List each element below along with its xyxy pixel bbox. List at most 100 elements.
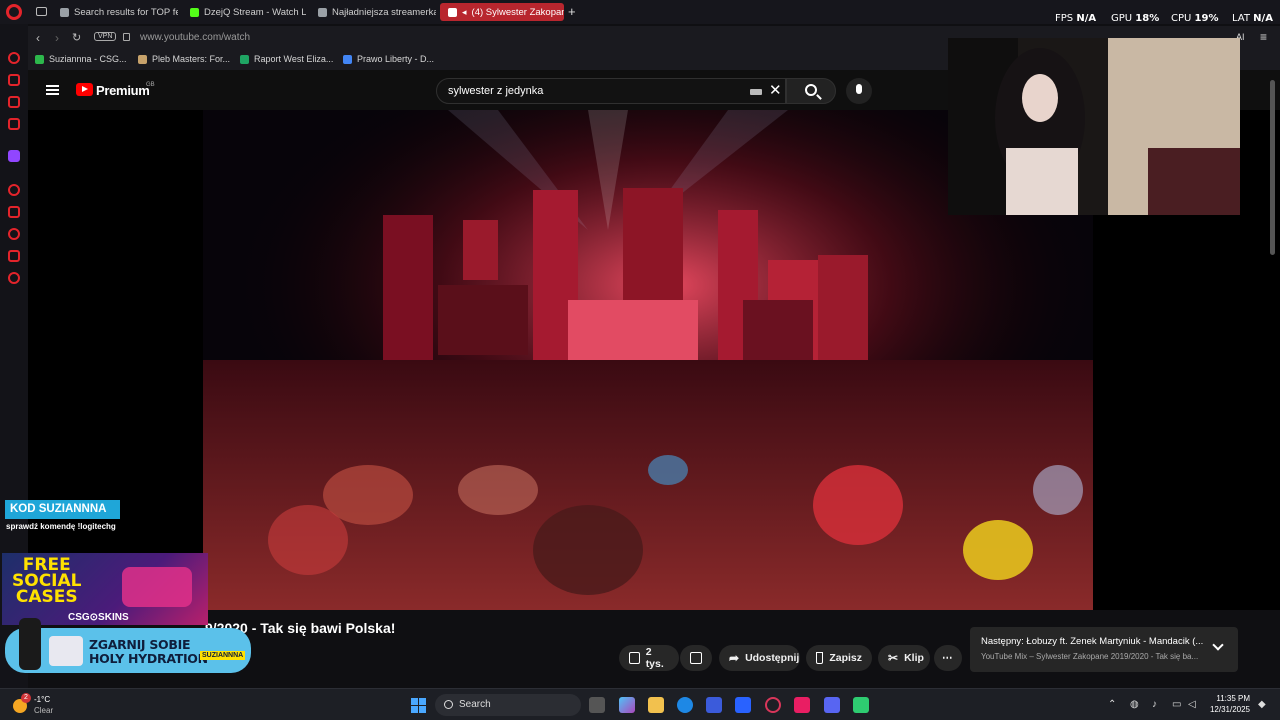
new-tab-button[interactable]: + (568, 4, 576, 19)
promo-code-text: KOD SUZIANNNA (10, 503, 107, 515)
dislike-button[interactable] (680, 645, 712, 671)
twitch-icon[interactable] (8, 150, 20, 162)
promo-code-banner: KOD SUZIANNNA (5, 500, 120, 519)
up-next-subtitle: YouTube Mix – Sylwester Zakopane 2019/20… (981, 652, 1199, 661)
copilot-icon[interactable] (619, 697, 635, 713)
clear-search-icon[interactable]: ✕ (769, 83, 782, 99)
microphone-icon[interactable]: ♪ (1152, 699, 1157, 710)
hamburger-menu-icon[interactable] (46, 85, 59, 95)
tab-favicon-icon (318, 7, 327, 17)
hydra-code-tag: SUZIANNNA (200, 651, 246, 660)
tab-label: Search results for TOP fe... (74, 6, 178, 18)
network-icon[interactable]: ◍ (1130, 699, 1139, 710)
search-input[interactable]: sylwester z jedynka (448, 85, 543, 97)
discord-icon[interactable] (824, 697, 840, 713)
voice-search-button[interactable] (846, 78, 872, 104)
taskbar-search[interactable]: Search (435, 694, 581, 716)
bookmark-raport-west[interactable]: Raport West Eliza... (240, 54, 333, 64)
up-next-card[interactable]: Następny: Łobuzy ft. Zenek Martyniuk - M… (970, 627, 1238, 672)
more-actions-button[interactable]: ⋯ (934, 645, 962, 671)
menu-icon[interactable]: ≡ (1260, 30, 1267, 44)
lock-icon[interactable] (123, 33, 130, 41)
tab-label: Najładniejsza streamerka ... (332, 6, 436, 18)
tab-overview-icon[interactable] (36, 7, 47, 16)
back-button[interactable]: ‹ (36, 31, 40, 45)
tab-favicon-icon (60, 7, 69, 17)
holy-hydration-ad: ZGARNIJ SOBIE HOLY HYDRATION SUZIANNNA (5, 618, 251, 673)
fps-stat: FPS N/A (1055, 13, 1097, 24)
tab-najladniejsza[interactable]: Najładniejsza streamerka ... (310, 3, 436, 21)
tab-sylwester-zakopane[interactable]: ◂ (4) Sylwester Zakopan... (440, 3, 564, 21)
display-icon[interactable]: ▭ (1172, 699, 1181, 710)
clip-button[interactable]: ✂ Klip (878, 645, 930, 671)
system-clock[interactable]: 11:35 PM 12/31/2025 (1208, 693, 1250, 715)
google-drive-icon (240, 54, 249, 64)
chevron-down-icon[interactable] (1212, 639, 1224, 651)
lat-stat: LAT N/A (1232, 13, 1273, 24)
csgoskins-logo: CSG⊙SKINS (68, 612, 129, 623)
save-button[interactable]: Zapisz (806, 645, 872, 671)
messenger-icon[interactable] (8, 96, 20, 108)
store-icon[interactable] (706, 697, 722, 713)
notification-bell-icon[interactable]: ◆ (1258, 699, 1266, 710)
tab-label: (4) Sylwester Zakopan... (471, 6, 564, 18)
clock-icon[interactable] (8, 228, 20, 240)
history-icon[interactable] (8, 52, 20, 64)
forward-button[interactable]: › (55, 31, 59, 45)
clock-time: 11:35 PM (1216, 694, 1250, 703)
promo-code-subtext: sprawdź komendę !logitechg (6, 522, 116, 531)
task-view-icon[interactable] (589, 697, 605, 713)
weather-description[interactable]: Clear (34, 706, 53, 715)
app-icon[interactable] (853, 697, 869, 713)
bag-icon[interactable] (8, 74, 20, 86)
keyboard-icon[interactable] (750, 89, 762, 95)
bottle-icon (19, 618, 41, 670)
search-button[interactable] (786, 78, 836, 104)
download-icon[interactable] (8, 250, 20, 262)
search-icon (805, 84, 817, 96)
browser-tab-bar: Search results for TOP fe... DzejQ Strea… (0, 0, 1280, 24)
page-scrollbar[interactable] (1270, 80, 1275, 255)
tab-search-results[interactable]: Search results for TOP fe... (52, 3, 178, 21)
settings-icon[interactable] (8, 272, 20, 284)
share-icon: ➦ (729, 651, 740, 665)
opera-gx-icon[interactable] (765, 697, 781, 713)
bookmark-pleb-masters[interactable]: Pleb Masters: For... (138, 54, 230, 64)
weather-temperature[interactable]: -1°C (34, 695, 50, 704)
file-explorer-icon[interactable] (648, 697, 664, 713)
clock-date: 12/31/2025 (1209, 705, 1250, 714)
share-button[interactable]: ➦ Udostępnij (719, 645, 800, 671)
bookmark-favicon-icon (35, 54, 44, 64)
hydra-line-1: ZGARNIJ SOBIE (89, 637, 191, 652)
up-next-title: Następny: Łobuzy ft. Zenek Martyniuk - M… (981, 636, 1204, 647)
outlook-icon[interactable] (735, 697, 751, 713)
vpn-badge[interactable]: VPN (94, 32, 117, 41)
bookmark-suziannna[interactable]: Suziannna - CSG... (35, 54, 127, 64)
webcam-feed (948, 38, 1240, 215)
tab-dzejq-stream[interactable]: DzejQ Stream - Watch Liv... (182, 3, 306, 21)
scissors-icon: ✂ (888, 651, 899, 665)
like-button[interactable]: 2 tys. (619, 645, 679, 671)
gpu-stat: GPU 18% (1111, 13, 1160, 24)
snipping-tool-icon[interactable] (794, 697, 810, 713)
youtube-logo-icon[interactable] (76, 83, 93, 96)
search-box[interactable]: sylwester z jedynka ✕ (436, 78, 786, 104)
volume-icon[interactable]: ◁ (1188, 699, 1196, 710)
windows-taskbar: 2 -1°C Clear Search ⌃ ◍ ♪ ▭ ◁ 11:35 PM 1… (0, 688, 1280, 720)
streamer-webcam (948, 38, 1240, 215)
drink-pack-icon (49, 636, 83, 666)
player-icon[interactable] (8, 184, 20, 196)
chevron-up-icon[interactable]: ⌃ (1108, 699, 1116, 710)
reload-button[interactable]: ↻ (72, 31, 81, 44)
bookmark-prawo-liberty[interactable]: Prawo Liberty - D... (343, 54, 434, 64)
windows-start-icon[interactable] (411, 698, 426, 713)
address-input[interactable]: www.youtube.com/watch (140, 32, 250, 43)
edge-icon[interactable] (677, 697, 693, 713)
google-docs-icon (343, 54, 352, 64)
send-icon[interactable] (8, 206, 20, 218)
youtube-premium-logo[interactable]: Premium (96, 83, 150, 98)
opera-menu-icon[interactable] (6, 4, 22, 20)
tab-label: DzejQ Stream - Watch Liv... (204, 6, 306, 18)
bookmark-icon[interactable] (8, 118, 20, 130)
thumbs-up-icon (629, 652, 640, 664)
